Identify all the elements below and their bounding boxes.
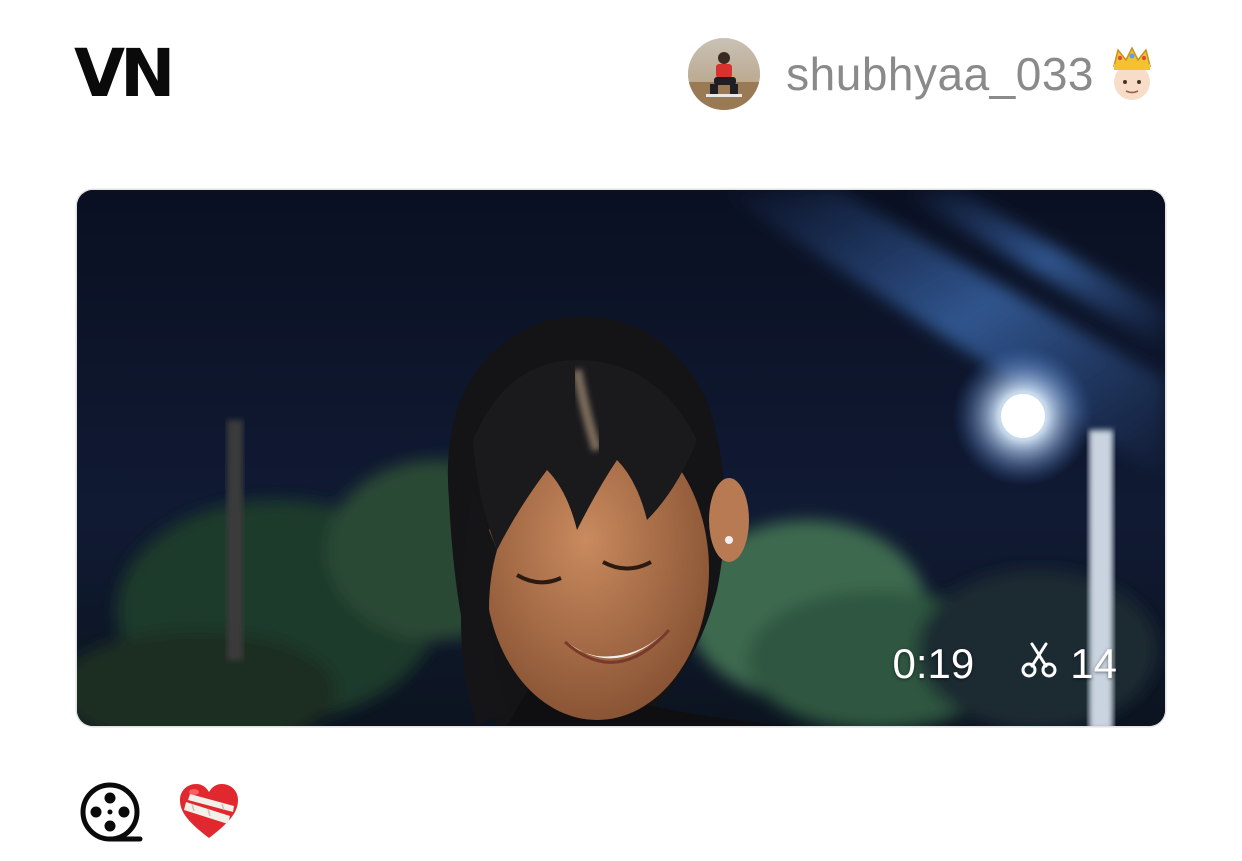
- username[interactable]: shubhyaa_033: [786, 47, 1094, 101]
- action-bar: [80, 780, 240, 849]
- film-reel-button[interactable]: [80, 780, 144, 849]
- mending-heart-icon: [178, 782, 240, 847]
- video-meta-overlay: 0:19 14: [893, 640, 1117, 688]
- user-profile[interactable]: shubhyaa_033: [688, 38, 1156, 110]
- avatar[interactable]: [688, 38, 761, 110]
- vn-logo: VN: [74, 35, 175, 112]
- scissors-icon: [1020, 640, 1058, 688]
- cut-count-value: 14: [1070, 640, 1117, 687]
- crown-face-icon: [1108, 46, 1156, 102]
- video-duration: 0:19: [892, 640, 975, 687]
- video-thumbnail-card[interactable]: 0:19 14: [77, 190, 1165, 726]
- cut-count: 14: [1020, 640, 1117, 688]
- mending-heart-button[interactable]: [178, 782, 240, 847]
- film-reel-icon: [80, 780, 144, 849]
